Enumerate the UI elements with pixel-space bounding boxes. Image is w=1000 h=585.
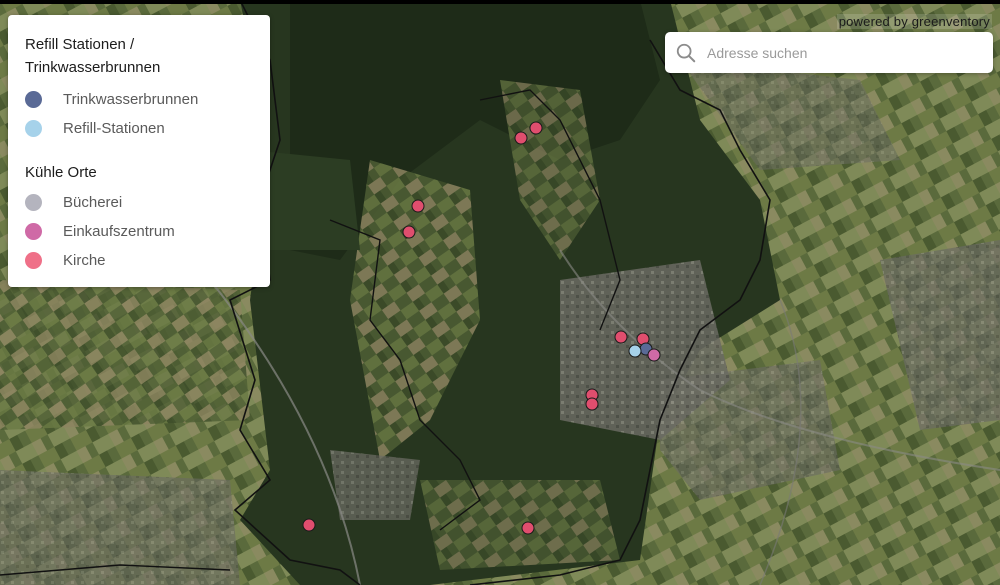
legend-dot-buecherei — [25, 194, 42, 211]
legend-group-title-kuehle-orte: Kühle Orte — [25, 164, 97, 181]
einkaufszentrum-marker[interactable] — [647, 348, 661, 362]
legend-item-refill-stationen[interactable]: Refill-Stationen — [25, 114, 253, 143]
kirche-marker[interactable] — [411, 199, 425, 213]
legend-item-einkaufszentrum[interactable]: Einkaufszentrum — [25, 217, 253, 246]
legend-dot-kirche — [25, 252, 42, 269]
kirche-marker[interactable] — [302, 518, 316, 532]
legend-label-buecherei: Bücherei — [63, 194, 123, 211]
legend-label-refill-stationen: Refill-Stationen — [63, 120, 165, 137]
kirche-marker[interactable] — [614, 330, 628, 344]
map-legend: Refill Stationen / Trinkwasserbrunnen Tr… — [8, 15, 270, 287]
address-search-input[interactable] — [705, 43, 979, 62]
search-icon — [676, 43, 696, 62]
kirche-marker[interactable] — [529, 121, 543, 135]
address-search-box[interactable] — [665, 32, 993, 73]
legend-dot-refill-stationen — [25, 120, 42, 137]
map-credit: powered by greenventory — [836, 14, 992, 29]
top-edge-bar — [0, 0, 1000, 4]
legend-dot-einkaufszentrum — [25, 223, 42, 240]
kirche-marker[interactable] — [585, 397, 599, 411]
kirche-marker[interactable] — [514, 131, 528, 145]
kirche-marker[interactable] — [402, 225, 416, 239]
kirche-marker[interactable] — [521, 521, 535, 535]
legend-item-kirche[interactable]: Kirche — [25, 246, 253, 275]
legend-label-einkaufszentrum: Einkaufszentrum — [63, 223, 175, 240]
legend-label-trinkwasserbrunnen: Trinkwasserbrunnen — [63, 91, 199, 108]
legend-label-kirche: Kirche — [63, 252, 106, 269]
legend-item-buecherei[interactable]: Bücherei — [25, 188, 253, 217]
legend-dot-trinkwasserbrunnen — [25, 91, 42, 108]
refill-station-marker[interactable] — [628, 344, 642, 358]
map-canvas[interactable]: powered by greenventory Refill Stationen… — [0, 0, 1000, 585]
legend-group-title-refill: Refill Stationen / Trinkwasserbrunnen — [25, 36, 161, 76]
legend-item-trinkwasserbrunnen[interactable]: Trinkwasserbrunnen — [25, 85, 253, 114]
